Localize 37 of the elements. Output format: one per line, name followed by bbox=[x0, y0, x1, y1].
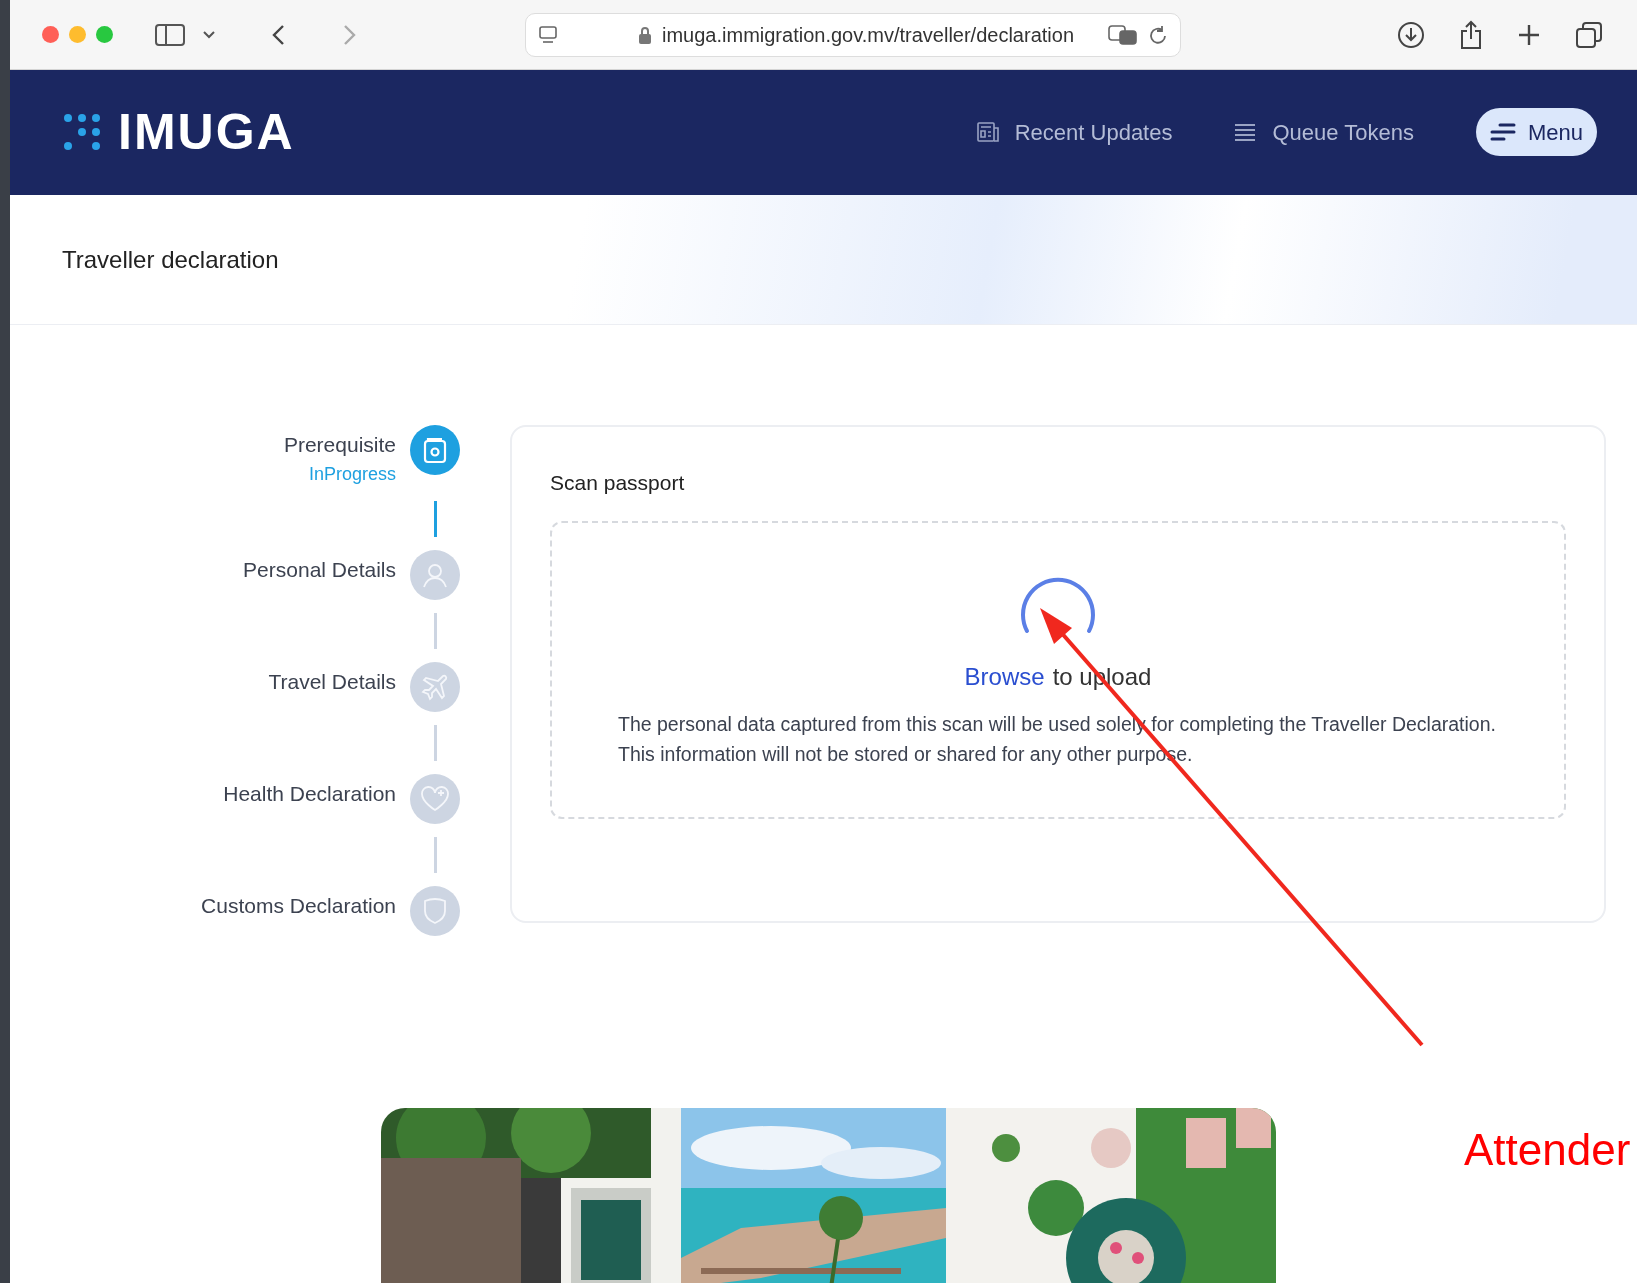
step-indicator[interactable] bbox=[410, 425, 460, 476]
step-label: Health Declaration bbox=[223, 780, 396, 807]
page-icon[interactable] bbox=[538, 24, 558, 45]
back-icon[interactable] bbox=[271, 23, 285, 46]
reload-icon[interactable] bbox=[1148, 23, 1168, 46]
tabs-icon[interactable] bbox=[1575, 20, 1603, 49]
chevron-down-icon[interactable] bbox=[203, 30, 215, 39]
sidebar-icon[interactable] bbox=[155, 23, 185, 46]
plus-icon[interactable] bbox=[1517, 22, 1541, 47]
step-label: Customs Declaration bbox=[201, 892, 396, 919]
plane-icon bbox=[421, 672, 449, 701]
download-icon[interactable] bbox=[1397, 20, 1425, 49]
address-bar[interactable]: imuga.immigration.gov.mv/traveller/declaration bbox=[525, 12, 1181, 57]
browse-link[interactable]: Browse bbox=[964, 658, 1045, 695]
step-label: Prerequisite bbox=[283, 432, 396, 459]
share-icon[interactable] bbox=[1459, 19, 1483, 50]
step-status: InProgress bbox=[308, 462, 396, 486]
logo: IMUGA bbox=[118, 102, 295, 162]
step-label: Travel Details bbox=[268, 668, 396, 695]
lock-icon bbox=[638, 25, 652, 44]
shield-icon bbox=[423, 897, 447, 924]
step-label: Personal Details bbox=[243, 556, 396, 583]
card-title: Scan passport bbox=[550, 470, 686, 497]
newspaper-icon bbox=[976, 122, 999, 143]
translate-icon[interactable] bbox=[1108, 23, 1138, 46]
menu-icon bbox=[1489, 123, 1516, 142]
list-icon bbox=[1234, 123, 1257, 142]
nav-link[interactable]: Recent Updates bbox=[976, 115, 1173, 149]
annotation-text: Attender bbox=[1464, 1124, 1631, 1176]
nav-link[interactable]: Queue Tokens bbox=[1234, 115, 1414, 149]
heart-icon bbox=[420, 785, 450, 812]
person-icon bbox=[422, 561, 448, 588]
menu-button[interactable]: Menu bbox=[1475, 108, 1597, 157]
window-control[interactable] bbox=[42, 26, 59, 44]
page-title: Traveller declaration bbox=[62, 244, 279, 275]
url-text: imuga.immigration.gov.mv/traveller/declaration bbox=[662, 22, 1074, 48]
passport-icon bbox=[422, 436, 448, 465]
